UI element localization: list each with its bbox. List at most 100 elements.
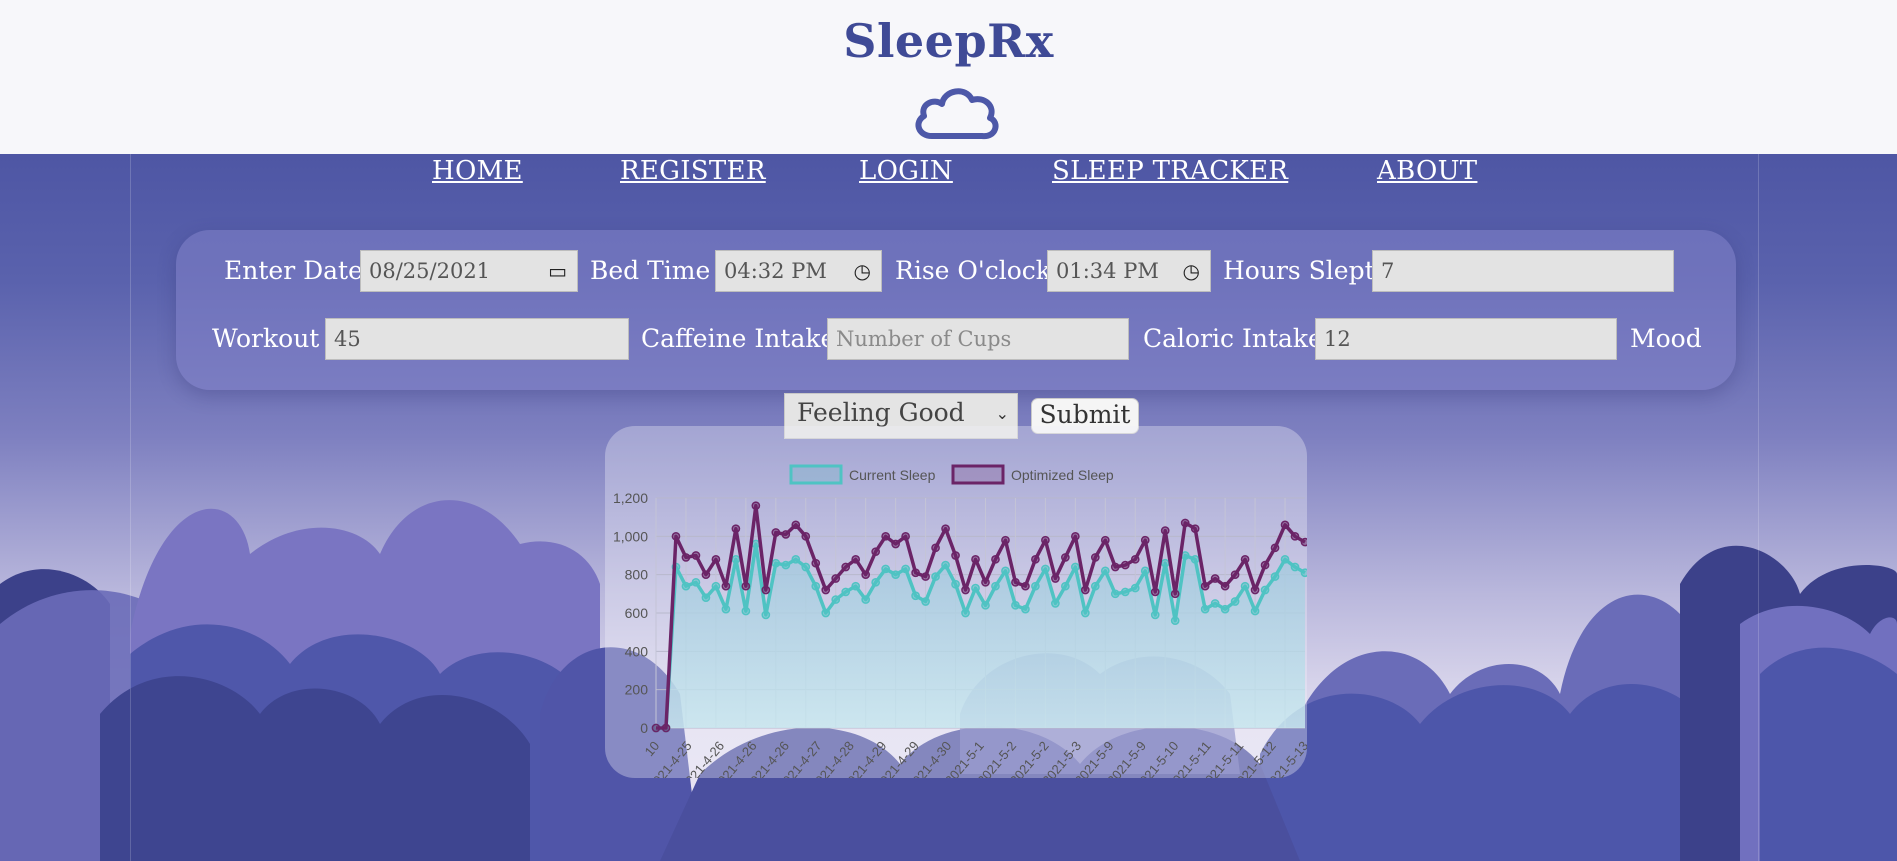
data-point — [711, 554, 721, 564]
data-point — [701, 570, 711, 580]
data-point — [1080, 585, 1090, 595]
data-point — [1041, 564, 1050, 574]
data-point — [671, 531, 681, 541]
data-point — [1180, 518, 1190, 528]
data-point — [1280, 554, 1290, 564]
data-point — [691, 551, 701, 560]
data-point — [681, 581, 691, 591]
clock-icon[interactable]: ◷ — [854, 251, 871, 291]
data-point — [1100, 535, 1110, 545]
data-point — [971, 554, 980, 564]
data-point — [771, 528, 781, 537]
main-scene: HOME REGISTER LOGIN SLEEP TRACKER ABOUT … — [0, 154, 1897, 861]
frame-divider-left — [130, 154, 131, 861]
data-point — [731, 524, 741, 534]
data-point — [1250, 585, 1260, 595]
data-point — [881, 564, 890, 574]
mood-label: Mood — [1630, 324, 1702, 353]
data-point — [1140, 535, 1150, 545]
workout-input[interactable]: 45 — [325, 318, 629, 360]
data-point — [891, 539, 900, 549]
data-point — [1120, 560, 1130, 570]
data-point — [911, 568, 920, 578]
legend-label: Current Sleep — [849, 467, 936, 483]
data-point — [1270, 572, 1280, 581]
data-point — [991, 554, 1000, 564]
calendar-icon[interactable]: ▭ — [548, 251, 567, 291]
caloric-input[interactable]: 12 — [1315, 318, 1617, 360]
cloud-icon — [915, 88, 999, 140]
data-point — [1031, 581, 1040, 591]
data-point — [1090, 581, 1100, 591]
data-point — [781, 530, 791, 539]
data-point — [1130, 554, 1140, 564]
data-point — [871, 577, 881, 587]
data-point — [881, 531, 890, 541]
y-tick-label: 1,200 — [613, 490, 648, 506]
nav-login[interactable]: LOGIN — [859, 156, 953, 186]
data-point — [1220, 604, 1230, 614]
data-point — [761, 610, 771, 620]
data-point — [1230, 597, 1240, 606]
data-point — [951, 579, 960, 589]
y-tick-label: 0 — [640, 720, 648, 736]
data-point — [721, 604, 731, 614]
data-point — [1120, 587, 1130, 597]
data-point — [681, 553, 691, 562]
clock-icon[interactable]: ◷ — [1183, 251, 1200, 291]
data-point — [981, 577, 990, 587]
rise-input[interactable]: 01:34 PM ◷ — [1047, 250, 1211, 292]
date-input[interactable]: 08/25/2021 ▭ — [360, 250, 578, 292]
hours-slept-input[interactable]: 7 — [1372, 250, 1674, 292]
data-point — [1140, 566, 1150, 576]
data-point — [1260, 585, 1270, 595]
data-point — [751, 501, 761, 511]
legend-swatch — [789, 464, 843, 485]
data-point — [1031, 554, 1040, 564]
nav-register[interactable]: REGISTER — [620, 156, 766, 186]
hours-slept-label: Hours Slept — [1223, 256, 1375, 285]
data-point — [1160, 558, 1170, 568]
data-point — [1071, 562, 1080, 572]
data-point — [1061, 581, 1070, 591]
caffeine-input[interactable]: Number of Cups — [827, 318, 1129, 360]
bed-time-input[interactable]: 04:32 PM ◷ — [715, 250, 882, 292]
data-point — [1300, 537, 1307, 547]
data-point — [651, 723, 661, 733]
data-point — [821, 608, 831, 618]
data-point — [1021, 581, 1030, 591]
data-point — [931, 572, 940, 581]
sleep-entry-form: Enter Date 08/25/2021 ▭ Bed Time 04:32 P… — [176, 230, 1736, 390]
data-point — [1300, 568, 1307, 578]
data-point — [921, 572, 930, 581]
data-point — [831, 595, 841, 604]
data-point — [1250, 606, 1260, 616]
data-point — [851, 554, 861, 564]
data-point — [1011, 600, 1020, 610]
data-point — [781, 560, 791, 570]
data-point — [1090, 553, 1100, 562]
y-tick-label: 200 — [625, 682, 649, 698]
data-point — [801, 562, 811, 572]
data-point — [711, 581, 721, 591]
workout-value: 45 — [334, 327, 361, 351]
data-point — [841, 562, 851, 572]
mood-selected: Feeling Good — [797, 398, 965, 427]
nav-sleep-tracker[interactable]: SLEEP TRACKER — [1052, 156, 1288, 186]
data-point — [1230, 570, 1240, 580]
date-label: Enter Date — [224, 256, 363, 285]
data-point — [811, 558, 821, 568]
data-point — [1100, 566, 1110, 576]
chevron-down-icon: ⌄ — [995, 404, 1009, 423]
hours-slept-value: 7 — [1381, 259, 1395, 283]
bed-time-value: 04:32 PM — [724, 259, 827, 283]
y-tick-label: 400 — [625, 643, 649, 659]
data-point — [761, 585, 771, 595]
data-point — [1210, 574, 1220, 583]
data-point — [741, 606, 751, 616]
sleep-chart: 0 200 400 600 800 1,000 1,200 Current Sleep Opti… — [613, 464, 1307, 778]
nav-home[interactable]: HOME — [432, 156, 523, 186]
nav-about[interactable]: ABOUT — [1377, 156, 1477, 186]
data-point — [791, 520, 801, 530]
data-point — [1270, 543, 1280, 553]
